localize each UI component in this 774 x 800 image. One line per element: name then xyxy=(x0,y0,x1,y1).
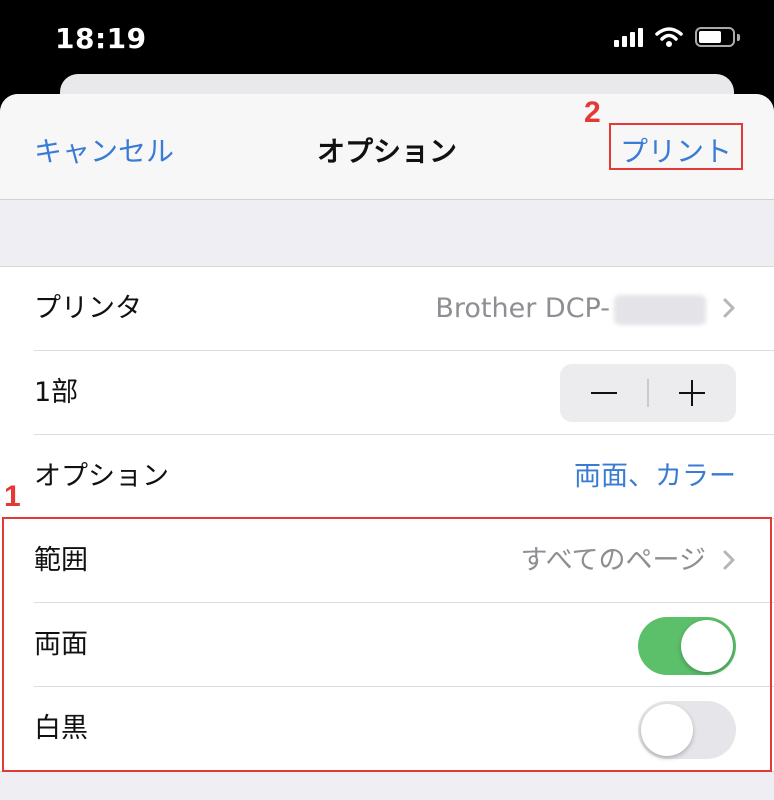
printer-name: Brother DCP- xyxy=(435,293,610,324)
cellular-signal-icon xyxy=(614,27,643,47)
copies-stepper xyxy=(560,364,736,422)
options-row[interactable]: オプション 両面、カラー xyxy=(0,435,774,519)
marker-range-section: 1 xyxy=(4,480,21,513)
copies-label: 1部 xyxy=(34,377,79,408)
printer-label: プリンタ xyxy=(34,293,142,324)
navigation-bar: キャンセル オプション プリント 2 xyxy=(0,94,774,200)
printer-value: Brother DCP- xyxy=(435,267,706,351)
range-section-highlight xyxy=(2,517,772,772)
options-value[interactable]: 両面、カラー xyxy=(574,435,736,519)
minus-icon[interactable] xyxy=(560,364,648,422)
marker-print-button: 2 xyxy=(584,96,601,129)
status-icons xyxy=(614,26,740,48)
print-button-highlight xyxy=(609,123,743,170)
wifi-icon xyxy=(655,27,683,47)
plus-icon[interactable] xyxy=(648,364,736,422)
copies-row: 1部 xyxy=(0,351,774,435)
status-time: 18:19 xyxy=(55,22,147,55)
options-label: オプション xyxy=(34,461,169,492)
battery-icon xyxy=(695,27,740,47)
status-bar: 18:19 xyxy=(0,0,774,80)
blurred-model-icon xyxy=(614,294,706,325)
chevron-right-icon xyxy=(723,298,735,318)
printer-row[interactable]: プリンタ Brother DCP- xyxy=(0,267,774,351)
